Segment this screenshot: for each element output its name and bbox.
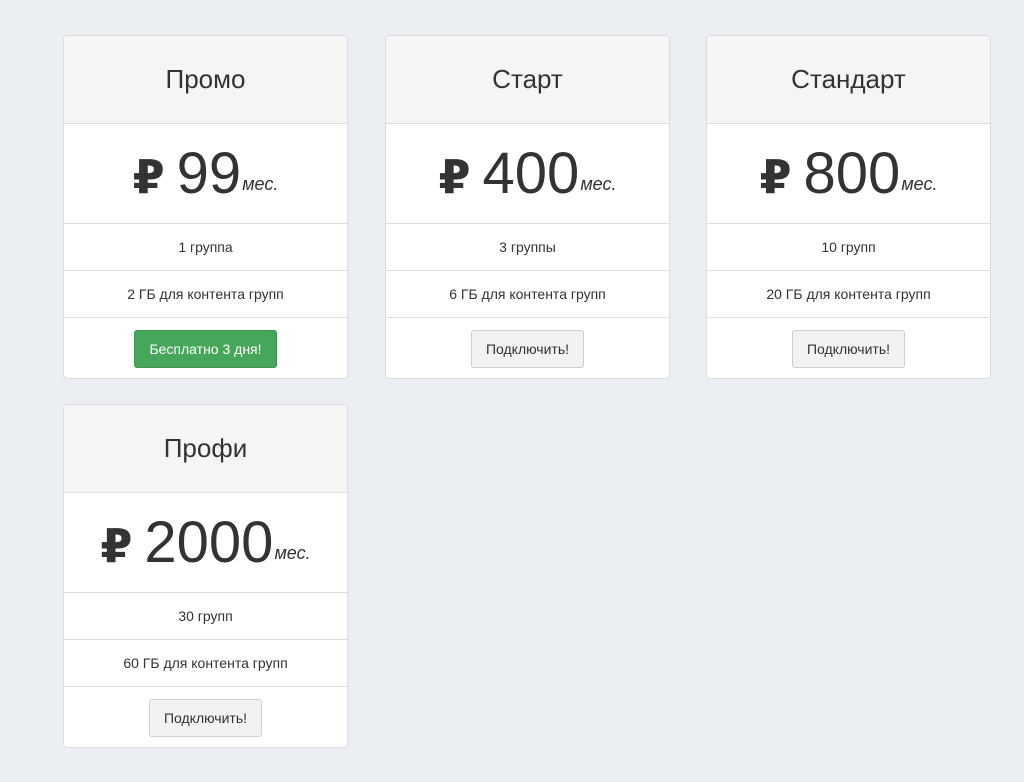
price-period: мес.: [242, 174, 279, 194]
price-amount: 800: [803, 140, 901, 206]
feature-storage: 2 ГБ для контента групп: [64, 271, 347, 318]
plan-card-pro: Профи ₽ 2000 мес. 30 групп 60 ГБ для кон…: [63, 404, 348, 748]
ruble-icon: ₽: [759, 150, 792, 203]
plan-name: Профи: [64, 405, 347, 493]
plan-price: ₽ 2000 мес.: [64, 493, 347, 593]
subscribe-button[interactable]: Подключить!: [470, 330, 585, 368]
feature-storage: 20 ГБ для контента групп: [707, 271, 990, 318]
subscribe-button[interactable]: Подключить!: [148, 699, 263, 737]
plan-card-start: Старт ₽ 400 мес. 3 группы 6 ГБ для конте…: [385, 35, 670, 379]
feature-groups: 30 групп: [64, 593, 347, 640]
plan-action: Бесплатно 3 дня!: [64, 318, 347, 378]
feature-groups: 10 групп: [707, 224, 990, 271]
free-trial-button[interactable]: Бесплатно 3 дня!: [134, 330, 277, 368]
price-period: мес.: [274, 543, 311, 563]
ruble-icon: ₽: [132, 150, 165, 203]
plan-price: ₽ 800 мес.: [707, 124, 990, 224]
price-period: мес.: [901, 174, 938, 194]
ruble-icon: ₽: [438, 150, 471, 203]
feature-storage: 60 ГБ для контента групп: [64, 640, 347, 687]
plan-name: Старт: [386, 36, 669, 124]
plan-name: Промо: [64, 36, 347, 124]
price-amount: 99: [176, 140, 242, 206]
feature-groups: 3 группы: [386, 224, 669, 271]
plan-action: Подключить!: [64, 687, 347, 747]
plan-card-promo: Промо ₽ 99 мес. 1 группа 2 ГБ для контен…: [63, 35, 348, 379]
price-amount: 400: [482, 140, 580, 206]
plan-card-standard: Стандарт ₽ 800 мес. 10 групп 20 ГБ для к…: [706, 35, 991, 379]
feature-storage: 6 ГБ для контента групп: [386, 271, 669, 318]
plan-price: ₽ 99 мес.: [64, 124, 347, 224]
ruble-icon: ₽: [100, 519, 133, 572]
feature-groups: 1 группа: [64, 224, 347, 271]
price-amount: 2000: [144, 509, 274, 575]
plan-action: Подключить!: [386, 318, 669, 378]
plan-price: ₽ 400 мес.: [386, 124, 669, 224]
plan-name: Стандарт: [707, 36, 990, 124]
plan-action: Подключить!: [707, 318, 990, 378]
price-period: мес.: [580, 174, 617, 194]
subscribe-button[interactable]: Подключить!: [791, 330, 906, 368]
